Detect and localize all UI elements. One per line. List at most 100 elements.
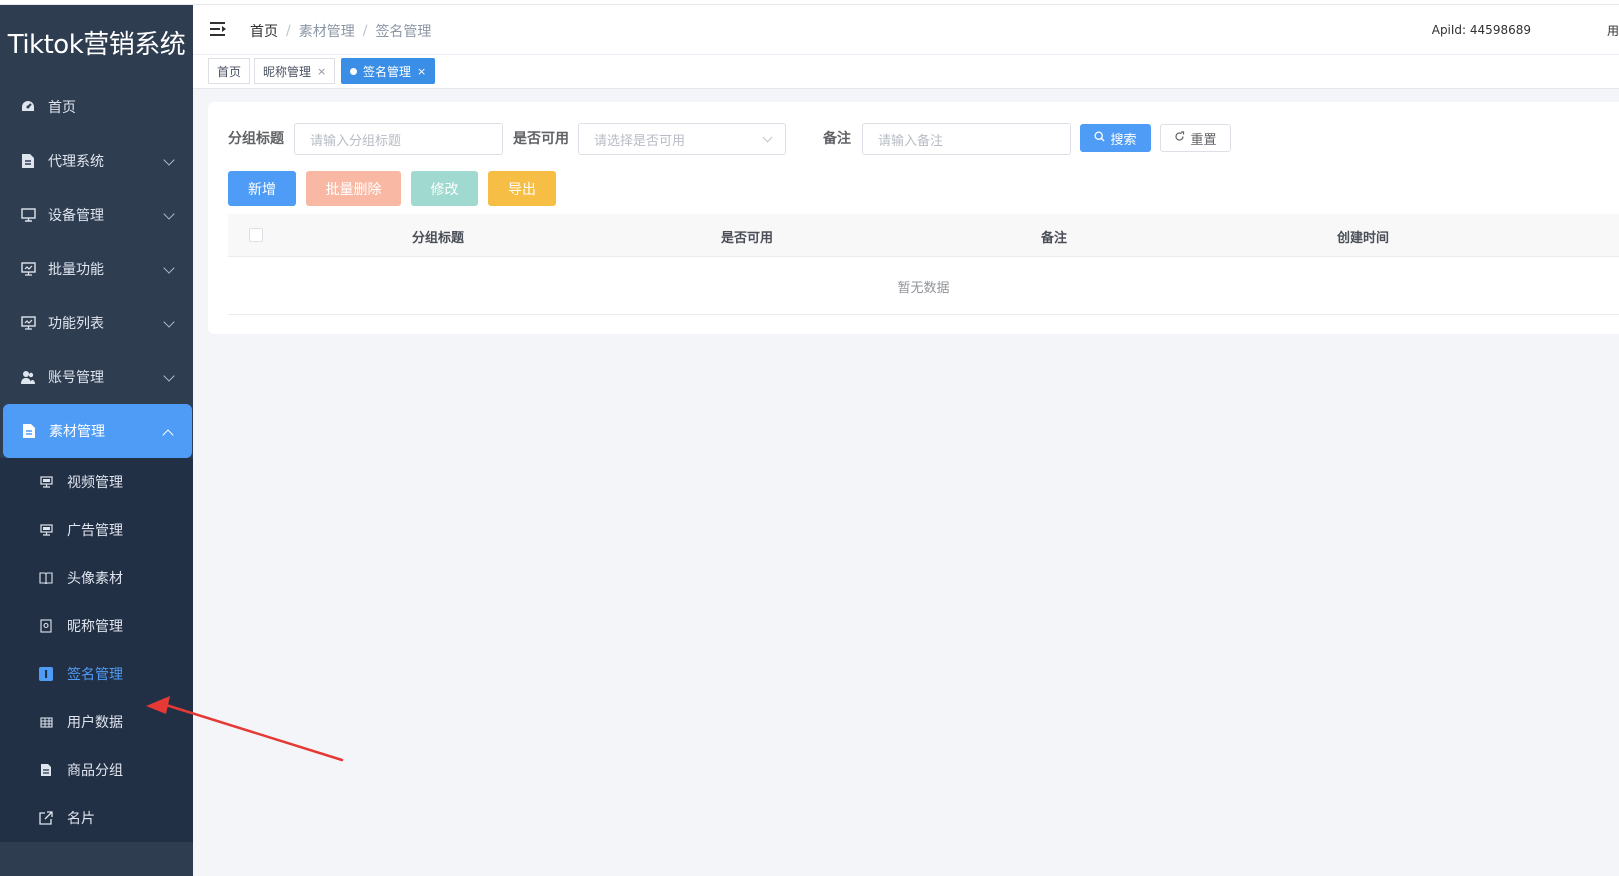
select-all-checkbox[interactable] [249,228,263,242]
sidebar-subitem-label: 签名管理 [67,667,123,683]
breadcrumb-home[interactable]: 首页 [250,21,278,41]
sidebar-subitem-video-management[interactable]: 视频管理 [0,458,193,506]
tab-label: 首页 [217,64,242,79]
monitor-icon [19,206,37,224]
chevron-down-icon [163,316,175,328]
book-icon [39,571,53,585]
column-remark[interactable]: 备注 [1041,227,1067,246]
refresh-icon [1174,130,1185,146]
monitor-icon [19,314,37,332]
reset-button[interactable]: 重置 [1160,124,1231,152]
monitor-icon [19,260,37,278]
sidebar-item-label: 功能列表 [48,316,104,332]
sidebar-subitem-label: 用户数据 [67,715,123,731]
available-placeholder: 请选择是否可用 [594,133,686,149]
document-icon [39,763,53,777]
tab-home[interactable]: 首页 [208,58,251,84]
available-select[interactable]: 请选择是否可用 [578,123,786,155]
sidebar-subitem-ad-management[interactable]: 广告管理 [0,506,193,554]
close-icon[interactable]: × [317,65,326,78]
menu-fold-icon[interactable] [210,21,227,37]
monitor-icon [39,523,53,537]
sidebar-subitem-label: 商品分组 [67,763,123,779]
table-header: 分组标题 是否可用 备注 创建时间 [228,214,1619,257]
sidebar-subitem-label: 名片 [67,811,95,827]
search-icon [1094,130,1105,146]
sidebar-subitem-label: 头像素材 [67,571,123,587]
sidebar-item-account-management[interactable]: 账号管理 [0,350,193,404]
sidebar-subitem-label: 视频管理 [67,475,123,491]
breadcrumb-separator: / [286,23,291,39]
material-submenu: 视频管理 广告管理 头像素材 昵称管理 I 签名管理 用户数据 商品分组 名片 [0,458,193,842]
group-title-placeholder: 请输入分组标题 [310,133,402,149]
sidebar-item-label: 首页 [48,100,76,116]
chevron-down-icon [163,208,175,220]
reset-button-label: 重置 [1190,132,1217,148]
sidebar-subitem-business-card[interactable]: 名片 [0,794,193,842]
breadcrumb: 首页 / 素材管理 / 签名管理 [250,21,431,41]
sidebar-item-function-list[interactable]: 功能列表 [0,296,193,350]
header-user-label[interactable]: 用 [1607,22,1619,39]
text-icon: I [39,667,53,681]
sidebar-subitem-label: 广告管理 [67,523,123,539]
sidebar-item-label: 设备管理 [48,208,104,224]
batch-delete-button[interactable]: 批量删除 [306,171,401,206]
table-empty-row: 暂无数据 [228,258,1619,315]
group-title-input[interactable]: 请输入分组标题 [294,123,503,155]
monitor-icon [39,475,53,489]
chevron-down-icon [163,154,175,166]
tags-view: 首页 昵称管理 × 签名管理 × [193,55,1619,89]
sidebar-subitem-signature-management[interactable]: I 签名管理 [0,650,193,698]
breadcrumb-signature-management: 签名管理 [375,24,432,40]
document-icon [20,422,38,440]
available-label: 是否可用 [513,131,569,147]
search-button[interactable]: 搜索 [1080,124,1151,152]
tab-signature-management[interactable]: 签名管理 × [341,58,436,84]
tab-label: 签名管理 [363,64,412,79]
edit-button[interactable]: 修改 [411,171,478,206]
column-group-title[interactable]: 分组标题 [412,227,464,246]
column-created-time[interactable]: 创建时间 [1337,227,1389,246]
chevron-down-icon [163,262,175,274]
active-dot-icon [350,67,357,75]
dashboard-icon [19,98,37,116]
sidebar-subitem-avatar-material[interactable]: 头像素材 [0,554,193,602]
sidebar: Tiktok营销系统 首页 代理系统 设备管理 批量功能 功能列表 账号管理 素… [0,5,193,876]
sidebar-item-device-management[interactable]: 设备管理 [0,188,193,242]
remark-placeholder: 请输入备注 [878,133,944,149]
add-button[interactable]: 新增 [228,171,296,206]
sidebar-item-home[interactable]: 首页 [0,80,193,134]
image-icon [39,619,53,633]
users-icon [19,368,37,386]
close-icon[interactable]: × [417,65,426,78]
sidebar-item-label: 批量功能 [48,262,104,278]
remark-label: 备注 [823,131,851,147]
sidebar-item-label: 素材管理 [49,424,105,440]
sidebar-item-batch-functions[interactable]: 批量功能 [0,242,193,296]
chevron-down-icon [163,370,175,382]
sidebar-subitem-user-data[interactable]: 用户数据 [0,698,193,746]
search-button-label: 搜索 [1110,132,1137,148]
breadcrumb-material-management[interactable]: 素材管理 [299,21,355,41]
sidebar-item-material-management[interactable]: 素材管理 [3,404,192,458]
export-button[interactable]: 导出 [488,171,556,206]
sidebar-item-label: 账号管理 [48,370,104,386]
sidebar-item-label: 代理系统 [48,154,104,170]
column-available[interactable]: 是否可用 [721,227,773,246]
main-content-card: 分组标题 请输入分组标题 是否可用 请选择是否可用 备注 请输入备注 搜索 重置… [208,102,1619,334]
empty-text: 暂无数据 [897,280,950,296]
external-link-icon [39,811,53,825]
chevron-up-icon [162,429,174,441]
sidebar-subitem-product-group[interactable]: 商品分组 [0,746,193,794]
api-id-label: ApiId: 44598689 [1431,23,1531,37]
remark-input[interactable]: 请输入备注 [862,123,1071,155]
table-icon [39,715,53,729]
group-title-label: 分组标题 [228,131,284,147]
tab-nickname-management[interactable]: 昵称管理 × [254,58,336,84]
tab-label: 昵称管理 [263,64,312,79]
chevron-down-icon [762,132,773,143]
sidebar-subitem-nickname-management[interactable]: 昵称管理 [0,602,193,650]
document-icon [19,152,37,170]
sidebar-item-agent-system[interactable]: 代理系统 [0,134,193,188]
breadcrumb-separator: / [362,23,368,39]
